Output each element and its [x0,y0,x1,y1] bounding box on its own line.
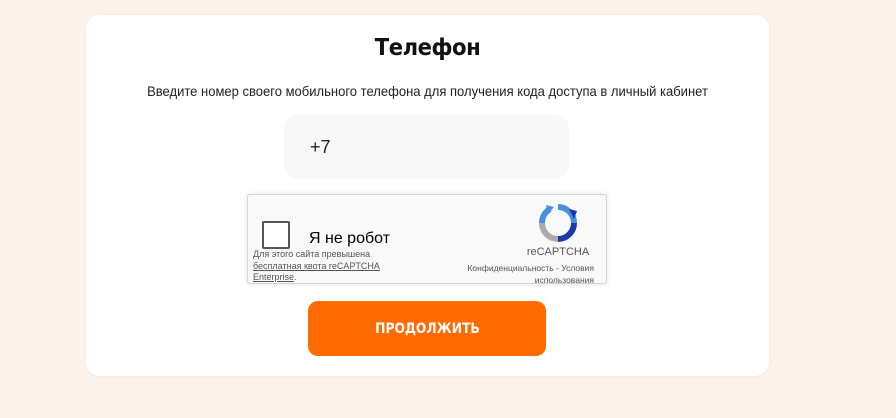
recaptcha-logo-icon [538,204,577,242]
continue-button-label: ПРОДОЛЖИТЬ [374,320,480,337]
continue-button[interactable]: ПРОДОЛЖИТЬ [308,301,546,356]
phone-login-card: Телефон Введите номер своего мобильного … [86,15,769,376]
quota-text: Для этого сайта превышена [253,249,371,259]
recaptcha-checkbox[interactable] [262,221,290,249]
recaptcha-checkbox-label: Я не робот [309,230,391,247]
quota-link-enterprise[interactable]: Enterprise [253,272,294,282]
phone-input[interactable] [284,115,569,179]
privacy-link[interactable]: Конфиденциальность [467,263,553,273]
recaptcha-quota-notice: Для этого сайта превышена бесплатная кво… [253,249,413,284]
quota-end: . [294,272,297,282]
page-title: Телефон [374,35,481,61]
recaptcha-widget: Я не робот reCAPTCHA Конфиденциальность … [247,194,607,286]
instruction-text: Введите номер своего мобильного телефона… [147,83,708,99]
recaptcha-links: Конфиденциальность - Условия использован… [444,262,594,286]
recaptcha-brand: reCAPTCHA [526,246,590,258]
quota-link[interactable]: бесплатная квота reCAPTCHA [253,261,380,271]
